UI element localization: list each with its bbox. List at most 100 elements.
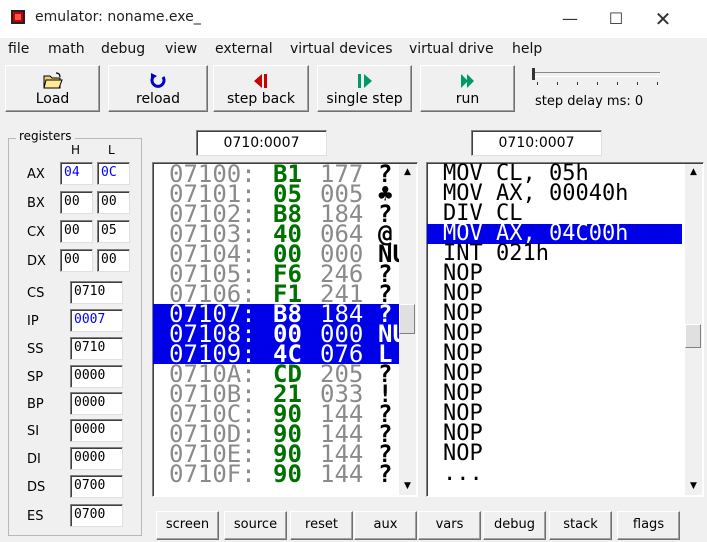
app-chip-icon <box>11 10 25 24</box>
ip-field[interactable]: 0007 <box>70 309 123 332</box>
es-field[interactable]: 0700 <box>70 504 123 527</box>
ds-field[interactable]: 0700 <box>70 475 123 498</box>
step-back-icon <box>254 74 267 88</box>
dx-low-field[interactable]: 00 <box>97 249 130 272</box>
run-label: run <box>455 91 480 107</box>
scroll-down-icon[interactable]: ▼ <box>685 478 702 495</box>
aux-button[interactable]: aux <box>354 511 417 540</box>
memory-row[interactable]: 0710F: 90 144? <box>153 460 399 488</box>
disasm-scroll-thumb[interactable] <box>685 324 701 348</box>
title-bar: emulator: noname.exe_ — ☐ ✕ <box>0 0 707 38</box>
scroll-up-icon[interactable]: ▲ <box>399 164 416 181</box>
run-icon <box>460 74 474 88</box>
bx-low-field[interactable]: 00 <box>97 191 130 214</box>
step-delay-label: step delay ms: 0 <box>535 94 644 109</box>
register-label-ax: AX <box>27 167 45 182</box>
low-byte-header: L <box>108 143 115 157</box>
disasm-scrollbar[interactable]: ▲ ▼ <box>685 164 702 495</box>
step-back-label: step back <box>226 91 295 107</box>
memory-char: ? <box>378 460 393 488</box>
vars-button[interactable]: vars <box>418 511 481 540</box>
registers-legend: registers <box>16 129 75 143</box>
close-button[interactable]: ✕ <box>640 4 686 34</box>
slider-tick <box>657 82 658 85</box>
slider-tick <box>537 82 538 85</box>
source-button[interactable]: source <box>224 511 287 540</box>
stack-button[interactable]: stack <box>549 511 612 540</box>
memory-list[interactable]: 07100: B1 177? 07101: 05 005 ♣ 07102: B8 184? 0710… <box>152 162 418 497</box>
single-step-icon <box>357 74 372 88</box>
screen-button[interactable]: screen <box>156 511 219 540</box>
di-field[interactable]: 0000 <box>70 447 123 470</box>
slider-tick <box>637 82 638 85</box>
register-label-bx: BX <box>27 196 45 211</box>
memory-hex-value: 90 <box>273 460 302 488</box>
ax-high-field[interactable]: 04 <box>60 162 93 185</box>
ss-field[interactable]: 0710 <box>70 337 123 360</box>
si-field[interactable]: 0000 <box>70 419 123 442</box>
debug-button[interactable]: debug <box>483 511 546 540</box>
menu-file[interactable]: file <box>8 41 29 57</box>
slider-thumb[interactable] <box>532 68 535 80</box>
step-delay-slider[interactable] <box>532 68 662 90</box>
memory-scrollbar[interactable]: ▲ ▼ <box>399 164 416 495</box>
bp-field[interactable]: 0000 <box>70 392 123 415</box>
bx-high-field[interactable]: 00 <box>60 191 93 214</box>
register-label-ip: IP <box>27 314 39 329</box>
menu-bar: file math debug view external virtual de… <box>0 38 707 62</box>
reset-button[interactable]: reset <box>290 511 353 540</box>
register-label-ss: SS <box>27 342 44 357</box>
menu-view[interactable]: view <box>165 41 197 57</box>
load-label: Load <box>35 91 70 107</box>
dx-high-field[interactable]: 00 <box>60 249 93 272</box>
register-label-si: SI <box>27 424 40 439</box>
scroll-down-icon[interactable]: ▼ <box>399 478 416 495</box>
single-step-label: single step <box>326 91 403 107</box>
reload-button[interactable]: reload <box>108 65 208 112</box>
menu-virtual-drive[interactable]: virtual drive <box>409 41 494 57</box>
register-label-di: DI <box>27 452 41 467</box>
slider-tick <box>617 82 618 85</box>
register-label-cx: CX <box>27 225 45 240</box>
sp-field[interactable]: 0000 <box>70 365 123 388</box>
register-label-ds: DS <box>27 480 46 495</box>
disasm-row[interactable]: ... <box>427 463 682 485</box>
slider-track <box>532 72 660 77</box>
disasm-address-input[interactable]: 0710:0007 <box>471 130 602 156</box>
load-button[interactable]: Load <box>5 65 100 112</box>
register-label-cs: CS <box>27 286 45 301</box>
reload-label: reload <box>136 91 180 107</box>
folder-open-icon <box>42 72 63 89</box>
cx-low-field[interactable]: 05 <box>97 220 130 243</box>
menu-virtual-devices[interactable]: virtual devices <box>290 41 393 57</box>
flags-button[interactable]: flags <box>617 511 680 540</box>
register-label-bp: BP <box>27 397 44 412</box>
slider-tick <box>597 82 598 85</box>
register-label-dx: DX <box>27 254 46 269</box>
menu-external[interactable]: external <box>215 41 273 57</box>
register-label-es: ES <box>27 509 44 524</box>
scroll-up-icon[interactable]: ▲ <box>685 164 702 181</box>
high-byte-header: H <box>71 143 81 157</box>
slider-tick <box>577 82 578 85</box>
menu-debug[interactable]: debug <box>101 41 145 57</box>
slider-tick <box>557 82 558 85</box>
window-title: emulator: noname.exe_ <box>35 9 201 25</box>
register-label-sp: SP <box>27 370 44 385</box>
memory-dec-value: 144 <box>320 460 364 488</box>
step-back-button[interactable]: step back <box>213 65 309 112</box>
reload-icon <box>150 73 166 88</box>
disassembly-list[interactable]: MOV CL, 05h MOV AX, 00040h DIV CL MOV AX, 0… <box>426 162 704 497</box>
maximize-button[interactable]: ☐ <box>593 4 639 34</box>
single-step-button[interactable]: single step <box>317 65 412 112</box>
menu-help[interactable]: help <box>512 41 542 57</box>
memory-address: 0710F: <box>169 460 256 488</box>
cs-field[interactable]: 0710 <box>70 281 123 304</box>
ax-low-field[interactable]: 0C <box>97 162 130 185</box>
menu-math[interactable]: math <box>48 41 85 57</box>
minimize-button[interactable]: — <box>547 4 593 34</box>
memory-address-input[interactable]: 0710:0007 <box>196 130 327 156</box>
memory-scroll-thumb[interactable] <box>399 304 415 334</box>
run-button[interactable]: run <box>420 65 515 112</box>
cx-high-field[interactable]: 00 <box>60 220 93 243</box>
